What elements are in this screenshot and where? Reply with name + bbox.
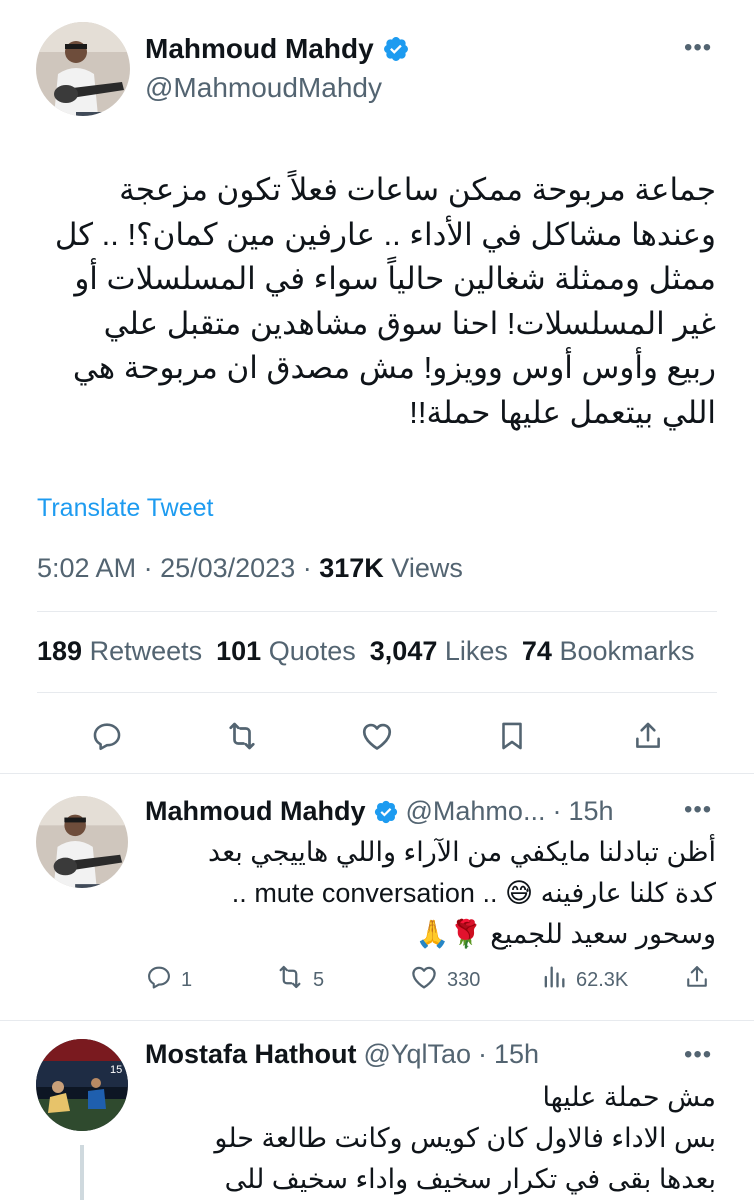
reply-text-line: مش حملة عليها [542, 1082, 716, 1112]
tweet-text-line: جماعة مربوحة ممكن ساعات فعلاً تكون مزعجة [119, 172, 716, 207]
thread-line [80, 1145, 84, 1200]
like-count: 330 [447, 968, 481, 991]
divider [37, 611, 717, 612]
retweet-icon [275, 962, 305, 998]
bookmark-icon[interactable] [492, 716, 532, 756]
tweet-text-line: اللي بيتعمل عليها حملة!! [409, 394, 716, 430]
views-icon [540, 963, 568, 997]
author-handle[interactable]: @MahmoudMahdy [145, 72, 382, 104]
author-handle[interactable]: @YqlTao [364, 1039, 472, 1070]
like-icon [409, 962, 439, 998]
meta-separator: · [143, 553, 161, 583]
reply-text-line: كدة كلنا عارفينه 😅 .. mute conversation … [231, 878, 716, 908]
views-count: 62.3K [576, 968, 629, 991]
reply-action-bar: 1 5 330 62.3K [145, 964, 725, 996]
avatar[interactable]: 15 [36, 1039, 128, 1131]
author-handle[interactable]: @Mahmo... [406, 796, 546, 827]
reply-header: Mahmoud Mahdy @Mahmo... · 15h [145, 796, 614, 827]
like-icon[interactable] [357, 716, 397, 756]
views-count: 317K [319, 553, 384, 583]
tweet-date[interactable]: 25/03/2023 [160, 553, 295, 583]
reply-button[interactable]: 1 [145, 964, 192, 996]
reply-tweet[interactable]: 15 Mostafa Hathout @YqlTao · 15h ••• مش … [0, 1021, 754, 1200]
likes-label: Likes [444, 636, 508, 666]
divider [37, 692, 717, 693]
avatar[interactable] [36, 22, 130, 116]
author-name-row[interactable]: Mahmoud Mahdy [145, 33, 410, 65]
meta-separator: · [478, 1039, 487, 1069]
tweet-time[interactable]: 5:02 AM [37, 553, 136, 583]
likes-stat[interactable]: 3,047 Likes [370, 636, 508, 667]
bookmarks-stat[interactable]: 74 Bookmarks [522, 636, 695, 667]
quotes-count: 101 [216, 636, 262, 666]
reply-text-line: بعدها بقى في تكرار سخيف واداء سخيف للى [224, 1164, 716, 1194]
tweet-action-bar [0, 716, 754, 756]
author-name[interactable]: Mostafa Hathout [145, 1039, 357, 1070]
like-button[interactable]: 330 [409, 964, 480, 996]
verified-badge-icon [382, 35, 410, 63]
share-button[interactable] [683, 964, 711, 996]
retweet-button[interactable]: 5 [275, 964, 324, 996]
share-icon[interactable] [628, 716, 668, 756]
more-options-icon[interactable]: ••• [684, 36, 712, 60]
author-name[interactable]: Mahmoud Mahdy [145, 33, 374, 65]
likes-count: 3,047 [369, 636, 438, 666]
tweet-text-line: ربيع وأوس أوس وويزو! مش مصدق ان مربوحة ه… [72, 350, 716, 385]
avatar[interactable] [36, 796, 128, 888]
views-label: Views [391, 553, 463, 583]
meta-separator: · [552, 796, 562, 826]
tweet-text: جماعة مربوحة ممكن ساعات فعلاً تكون مزعجة… [36, 168, 716, 435]
retweets-count: 189 [37, 636, 83, 666]
reply-tweet[interactable]: Mahmoud Mahdy @Mahmo... · 15h ••• أظن تب… [0, 774, 754, 1020]
reply-text: مش حملة عليها بس الاداء فالاول كان كويس … [136, 1077, 716, 1200]
bookmarks-count: 74 [521, 636, 552, 666]
verified-badge-icon [373, 799, 399, 825]
reply-icon [145, 963, 173, 997]
reply-time[interactable]: 15h [568, 796, 613, 827]
reply-header: Mostafa Hathout @YqlTao · 15h [145, 1039, 539, 1070]
reply-text: أظن تبادلنا مايكفي من الآراء واللي هاييج… [136, 832, 716, 955]
reply-count: 1 [181, 968, 193, 991]
reply-text-line: أظن تبادلنا مايكفي من الآراء واللي هاييج… [208, 837, 716, 867]
author-name[interactable]: Mahmoud Mahdy [145, 796, 366, 827]
more-options-icon[interactable]: ••• [684, 798, 712, 822]
tweet-text-line: ممثل وممثلة شغالين حالياً سواء في المسلس… [74, 261, 716, 296]
views-button[interactable]: 62.3K [540, 964, 628, 996]
reply-time[interactable]: 15h [494, 1039, 539, 1070]
retweets-stat[interactable]: 189 Retweets [37, 636, 202, 667]
quotes-label: Quotes [268, 636, 356, 666]
retweets-label: Retweets [89, 636, 203, 666]
reply-text-line: وسحور سعيد للجميع 🌹🙏 [415, 919, 716, 949]
svg-text:15: 15 [110, 1064, 122, 1076]
tweet-stats: 189 Retweets 101 Quotes 3,047 Likes 74 B… [37, 636, 695, 667]
retweet-icon[interactable] [222, 716, 262, 756]
share-icon [683, 963, 711, 997]
meta-separator: · [302, 553, 320, 583]
reply-text-line: بس الاداء فالاول كان كويس وكانت طالعة حل… [214, 1123, 716, 1153]
tweet-meta: 5:02 AM · 25/03/2023 · 317K Views [37, 553, 463, 584]
quotes-stat[interactable]: 101 Quotes [216, 636, 356, 667]
tweet-text-line: غير المسلسلات! احنا سوق مشاهدين متقبل عل… [103, 305, 716, 341]
tweet-text-line: وعندها مشاكل في الأداء .. عارفين مين كما… [54, 216, 716, 252]
more-options-icon[interactable]: ••• [684, 1043, 712, 1067]
reply-icon[interactable] [87, 716, 127, 756]
translate-tweet-link[interactable]: Translate Tweet [37, 494, 213, 523]
bookmarks-label: Bookmarks [559, 636, 695, 666]
retweet-count: 5 [313, 968, 325, 991]
